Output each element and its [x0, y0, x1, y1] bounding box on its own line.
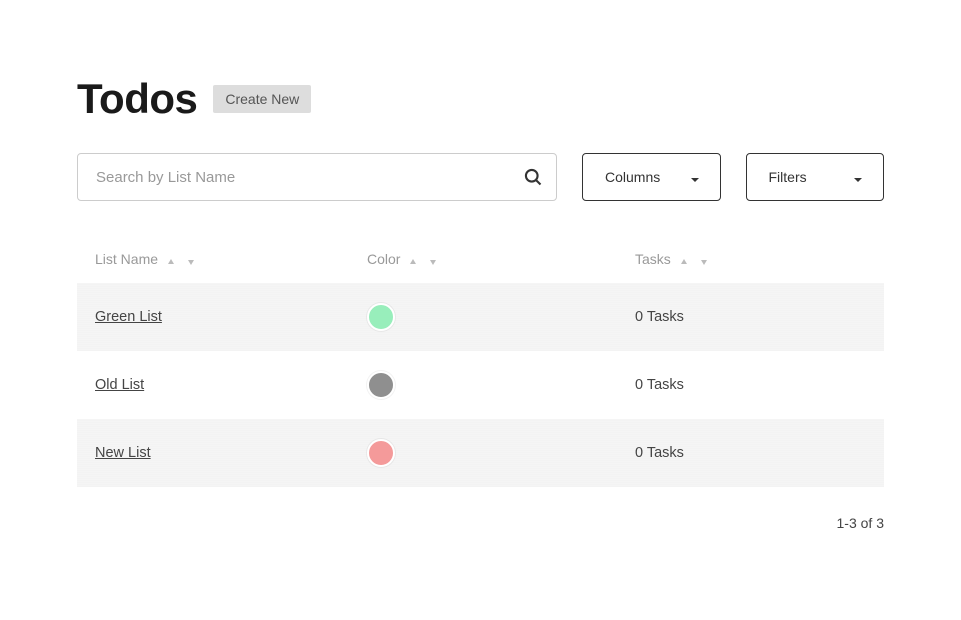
column-header-color-label: Color — [367, 251, 400, 267]
color-swatch — [367, 303, 395, 331]
create-new-button[interactable]: Create New — [213, 85, 311, 113]
chevron-down-icon — [853, 172, 863, 182]
sort-asc-icon[interactable] — [408, 254, 418, 264]
column-header-name-label: List Name — [95, 251, 158, 267]
table-header: List Name Color Tasks — [77, 251, 884, 283]
tasks-count: 0 Tasks — [635, 445, 866, 461]
tasks-count: 0 Tasks — [635, 309, 866, 325]
color-swatch — [367, 371, 395, 399]
tasks-count: 0 Tasks — [635, 377, 866, 393]
sort-asc-icon[interactable] — [166, 254, 176, 264]
sort-desc-icon[interactable] — [186, 254, 196, 264]
table-row: Old List 0 Tasks — [77, 351, 884, 419]
list-name-link[interactable]: Old List — [95, 377, 144, 393]
page-title: Todos — [77, 75, 197, 123]
sort-desc-icon[interactable] — [428, 254, 438, 264]
filters-label: Filters — [769, 169, 807, 185]
color-swatch — [367, 439, 395, 467]
sort-asc-icon[interactable] — [679, 254, 689, 264]
column-header-color[interactable]: Color — [367, 251, 635, 267]
list-name-link[interactable]: Green List — [95, 309, 162, 325]
search-container — [77, 153, 557, 201]
lists-table: List Name Color Tasks Green List 0 Tasks — [77, 251, 884, 487]
sort-desc-icon[interactable] — [699, 254, 709, 264]
column-header-name[interactable]: List Name — [95, 251, 367, 267]
filters-dropdown[interactable]: Filters — [746, 153, 885, 201]
table-row: Green List 0 Tasks — [77, 283, 884, 351]
search-input[interactable] — [77, 153, 557, 201]
columns-dropdown[interactable]: Columns — [582, 153, 721, 201]
search-icon — [523, 167, 543, 187]
table-row: New List 0 Tasks — [77, 419, 884, 487]
column-header-tasks[interactable]: Tasks — [635, 251, 866, 267]
columns-label: Columns — [605, 169, 660, 185]
list-name-link[interactable]: New List — [95, 445, 151, 461]
column-header-tasks-label: Tasks — [635, 251, 671, 267]
chevron-down-icon — [690, 172, 700, 182]
pagination-text: 1-3 of 3 — [77, 515, 884, 531]
